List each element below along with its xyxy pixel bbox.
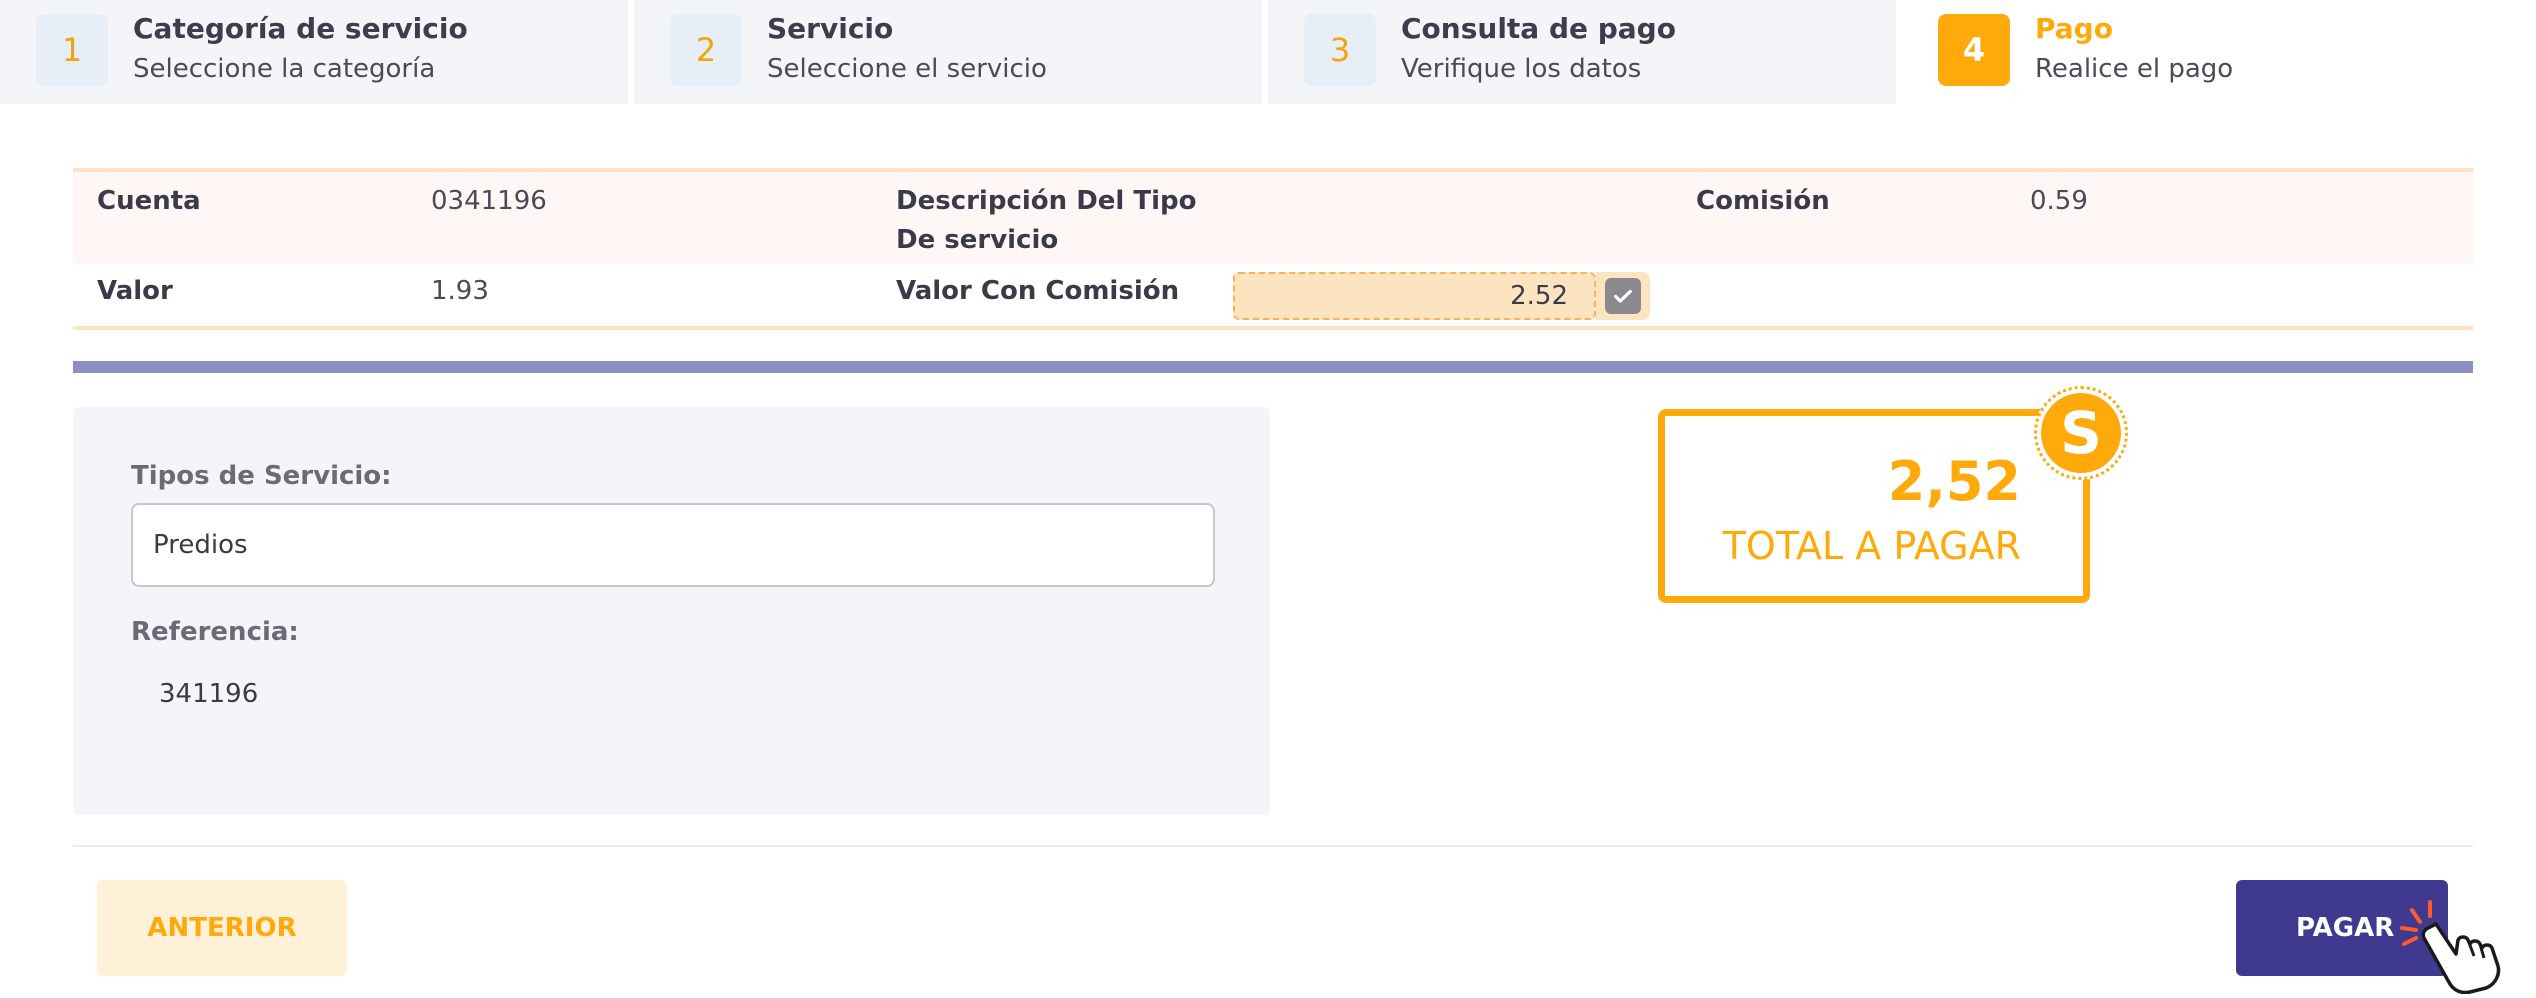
cuenta-label: Cuenta [97,186,201,216]
referencia-value: 341196 [159,679,259,709]
footer-divider [73,845,2473,847]
step-servicio[interactable]: 2 Servicio Seleccione el servicio [634,0,1268,104]
confirm-check-toggle[interactable] [1596,272,1650,320]
total-label: TOTAL A PAGAR [1722,524,2021,568]
step-consulta[interactable]: 3 Consulta de pago Verifique los datos [1268,0,1902,104]
step-title: Pago [2035,12,2113,45]
step-subtitle: Verifique los datos [1401,54,1642,84]
stepper: 1 Categoría de servicio Seleccione la ca… [0,0,2536,104]
step-title: Categoría de servicio [133,12,468,45]
valor-value: 1.93 [431,276,489,306]
step-number: 4 [1938,14,2010,86]
step-subtitle: Seleccione el servicio [767,54,1047,84]
anterior-button[interactable]: ANTERIOR [97,880,347,976]
step-number: 3 [1304,14,1376,86]
descripcion-label-line2: De servicio [896,225,1059,255]
descripcion-label-line1: Descripción Del Tipo [896,186,1197,216]
step-subtitle: Seleccione la categoría [133,54,436,84]
valor-comision-field[interactable]: 2.52 [1233,272,1596,320]
step-title: Consulta de pago [1401,12,1676,45]
comision-label: Comisión [1696,186,1830,216]
step-number: 1 [36,14,108,86]
step-number: 2 [670,14,742,86]
step-categoria[interactable]: 1 Categoría de servicio Seleccione la ca… [0,0,634,104]
step-pago[interactable]: 4 Pago Realice el pago [1902,0,2536,104]
tipos-servicio-field[interactable]: Predios [131,503,1215,587]
step-subtitle: Realice el pago [2035,54,2234,84]
check-icon [1605,278,1641,314]
valor-label: Valor [97,276,173,306]
hand-pointer-icon [2400,900,2501,994]
valor-comision-label: Valor Con Comisión [896,276,1180,306]
service-form-panel: Tipos de Servicio: Predios Referencia: 3… [73,407,1270,815]
coin-symbol: S [2041,393,2121,473]
tipos-servicio-label: Tipos de Servicio: [131,461,392,491]
referencia-label: Referencia: [131,617,299,647]
payment-info-table: Cuenta 0341196 Descripción Del Tipo De s… [73,168,2473,330]
comision-value: 0.59 [2030,186,2088,216]
total-card: 2,52 TOTAL A PAGAR [1658,409,2090,603]
dollar-coin-icon: S [2034,386,2128,480]
total-amount: 2,52 [1887,450,2021,513]
section-divider [73,361,2473,373]
cuenta-value: 0341196 [431,186,547,216]
step-title: Servicio [767,12,894,45]
